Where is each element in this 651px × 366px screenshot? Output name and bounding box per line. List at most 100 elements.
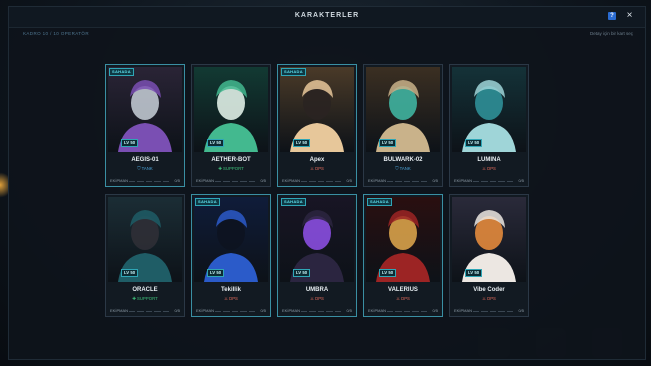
deployed-badge: SAHADA [195,198,220,206]
level-badge: LV 50 [379,139,397,147]
equipment-slot [223,310,230,312]
character-role: ✚ SUPPORT [132,296,158,301]
equipment-row: EKİPMAN 0/5 [196,178,266,184]
close-button[interactable]: × [624,10,635,21]
equipment-label: EKİPMAN [368,178,387,183]
equipment-slot [301,310,308,312]
equipment-slots [473,310,514,312]
equipment-count: 0/5 [346,308,352,313]
level-badge: LV 50 [379,269,397,277]
equipment-slots [129,310,170,312]
help-button[interactable]: ? [608,12,616,20]
character-portrait [366,197,440,282]
equipment-slot [403,180,411,182]
equipment-slot [129,310,136,312]
equipment-slot [145,180,153,182]
character-card[interactable]: LV 50 BULWARK-02 ⛉ TANK EKİPMAN 0/5 [363,64,443,187]
equipment-count: 0/5 [174,308,180,313]
equipment-slot [473,310,480,312]
character-name: Vibe Coder [473,287,505,293]
equipment-row: EKİPMAN 0/5 [454,178,524,184]
equipment-slots [301,310,342,312]
equipment-slot [420,310,428,312]
equipment-slot [248,310,256,312]
equipment-count: 0/5 [174,178,180,183]
character-portrait [108,197,182,282]
equipment-slot [326,310,333,312]
character-name: Tekillik [221,287,241,293]
equipment-label: EKİPMAN [196,308,215,313]
character-role: ⚔ DPS [396,296,410,301]
character-card[interactable]: SAHADA LV 50 Apex ⚔ DPS EKİPMAN 0/5 [277,64,357,187]
equipment-slot [489,180,497,182]
deployed-badge: SAHADA [109,68,134,76]
equipment-row: EKİPMAN 0/5 [368,308,438,314]
level-badge: LV 50 [121,139,139,147]
equipment-row: EKİPMAN 0/5 [282,308,352,314]
equipment-row: EKİPMAN 0/5 [282,178,352,184]
equipment-slot [387,310,394,312]
equipment-slot [231,310,239,312]
equipment-slot [145,310,153,312]
equipment-slot [506,310,514,312]
roster-count: KADRO 10 / 10 OPERATÖR [23,31,89,36]
level-badge: LV 50 [293,139,311,147]
equipment-slot [334,310,342,312]
equipment-slot [326,180,333,182]
equipment-slot [387,180,394,182]
equipment-count: 0/5 [432,178,438,183]
selection-hint: Detay için bir kart seç [589,31,633,36]
character-card[interactable]: LV 50 LUMINA ⚔ DPS EKİPMAN 0/5 [449,64,529,187]
equipment-slot [215,180,222,182]
equipment-row: EKİPMAN 0/5 [110,308,180,314]
equipment-count: 0/5 [518,178,524,183]
equipment-slot [317,310,325,312]
character-card[interactable]: SAHADA LV 50 AEGIS-01 ⛉ TANK EKİPMAN 0/5 [105,64,185,187]
character-role: ⚔ DPS [482,166,496,171]
character-card[interactable]: SAHADA LV 50 UMBRA ⚔ DPS EKİPMAN 0/5 [277,194,357,317]
equipment-label: EKİPMAN [110,308,129,313]
level-badge: LV 50 [465,269,483,277]
equipment-slot [334,180,342,182]
character-card[interactable]: LV 50 AETHER-BOT ✚ SUPPORT EKİPMAN 0/5 [191,64,271,187]
character-name: VALERIUS [388,287,418,293]
equipment-slots [387,310,428,312]
character-name: UMBRA [305,287,329,293]
character-portrait [194,67,268,152]
equipment-slot [498,180,505,182]
character-portrait [366,67,440,152]
equipment-slot [129,180,136,182]
character-portrait [280,67,354,152]
equipment-slot [403,310,411,312]
level-badge: LV 50 [465,139,483,147]
equipment-slot [301,180,308,182]
equipment-slot [137,180,144,182]
equipment-label: EKİPMAN [454,178,473,183]
modal-title: KARAKTERLER [294,12,360,19]
equipment-slot [231,180,239,182]
character-portrait [108,67,182,152]
equipment-slot [420,180,428,182]
character-card[interactable]: SAHADA LV 50 VALERIUS ⚔ DPS EKİPMAN 0/5 [363,194,443,317]
equipment-slot [309,310,316,312]
equipment-slots [215,310,256,312]
modal-header: KARAKTERLER ? × [9,7,645,28]
character-card[interactable]: LV 50 ORACLE ✚ SUPPORT EKİPMAN 0/5 [105,194,185,317]
character-portrait [194,197,268,282]
level-badge: LV 50 [121,269,139,277]
character-role: ⛉ TANK [395,166,411,171]
character-name: Apex [309,157,325,163]
character-role: ⚔ DPS [482,296,496,301]
character-name: BULWARK-02 [383,157,423,163]
equipment-slot [223,180,230,182]
equipment-slots [473,180,514,182]
equipment-slot [412,310,419,312]
equipment-row: EKİPMAN 0/5 [196,308,266,314]
character-card[interactable]: SAHADA LV 50 Tekillik ⚔ DPS EKİPMAN 0/5 [191,194,271,317]
equipment-slot [154,310,161,312]
character-role: ⛉ TANK [137,166,153,171]
equipment-slot [481,180,488,182]
equipment-slots [129,180,170,182]
equipment-count: 0/5 [260,308,266,313]
character-card[interactable]: LV 50 Vibe Coder ⚔ DPS EKİPMAN 0/5 [449,194,529,317]
